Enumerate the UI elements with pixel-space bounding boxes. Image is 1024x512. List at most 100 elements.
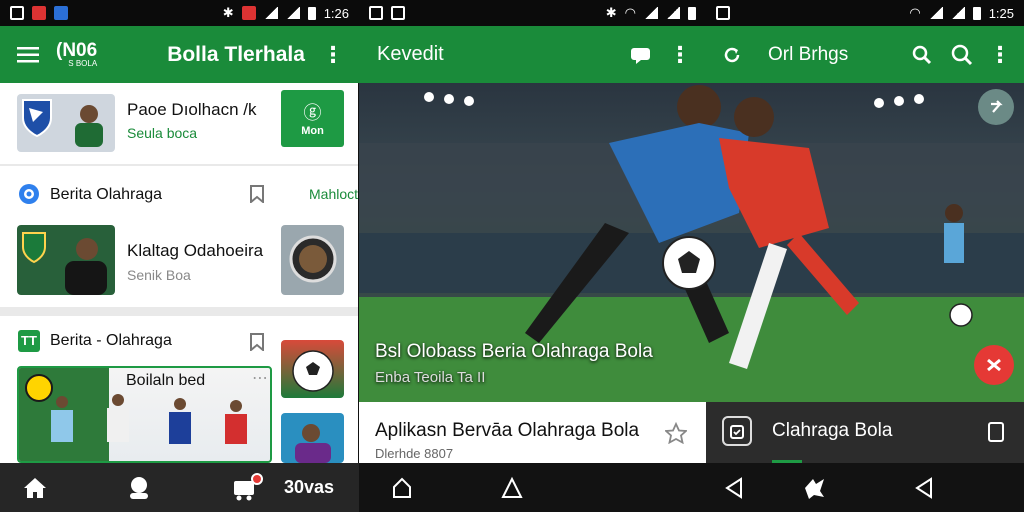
battery-icon	[688, 6, 696, 20]
notification-badge-icon	[251, 472, 263, 485]
more-options-button[interactable]: ⋮	[313, 33, 353, 77]
close-button[interactable]	[974, 345, 1014, 385]
player-image	[295, 424, 331, 463]
star-icon[interactable]	[665, 422, 687, 444]
app-icon: ⓖ	[303, 103, 322, 123]
back-icon[interactable]	[911, 475, 937, 501]
section-title: Berita Olahraga	[50, 186, 163, 203]
status-bar-left: ✱ 1:26	[0, 0, 359, 26]
hero-banner[interactable]: Bsl Olobass Beria Olahraga Bola Enba Teo…	[359, 83, 1024, 402]
hero-subtitle: Enba Teoila Ta II	[375, 369, 486, 386]
article-card[interactable]: Aplikasn Bervāa Olahraga Bola Dlerhde 88…	[359, 402, 706, 463]
open-news-button[interactable]: ⓖ Mon	[281, 90, 344, 147]
news-card[interactable]: Paoe Dıolhacn /k Seula boca ⓖ Mon	[0, 83, 358, 164]
ball-thumbnail[interactable]	[281, 340, 344, 398]
news-subtitle: Senik Boa	[127, 267, 191, 283]
article-subtitle: Dlerhde 8807	[375, 446, 454, 461]
signal-icon	[263, 7, 278, 19]
section-badge-icon: TT	[18, 330, 40, 352]
football-icon	[292, 350, 334, 392]
section-title: Berita - Olahraga	[50, 332, 172, 349]
appbar-panel-3: Orl Brhgs ⋮	[706, 26, 1024, 83]
news-section: TT Berita - Olahraga Boilaln bed ⋯	[0, 316, 358, 463]
bottom-nav-panel-1: 30vas	[0, 463, 359, 512]
battery-icon	[307, 6, 316, 20]
hero-title: Bsl Olobass Beria Olahraga Bola	[375, 341, 653, 362]
page-title: Kevedit	[377, 43, 444, 65]
app-notification-icon	[32, 6, 46, 20]
football-icon	[289, 235, 337, 283]
home-icon[interactable]	[22, 476, 48, 500]
battery-icon	[972, 6, 981, 20]
signal-icon	[644, 7, 658, 19]
article-title: Aplikasn Bervāa Olahraga Bola	[375, 420, 640, 441]
more-vert-icon: ⋮	[322, 41, 344, 67]
more-horiz-icon[interactable]: ⋯	[252, 368, 268, 388]
news-section: Berita Olahraga Mahloct Klaltag Odahoeir…	[0, 166, 358, 307]
wifi-icon: ◠	[624, 5, 636, 20]
news-title: Boilaln bed	[126, 372, 206, 389]
see-more-link[interactable]: Mahloct	[309, 186, 358, 202]
share-button[interactable]	[978, 89, 1014, 125]
news-subtitle: Seula boca	[127, 125, 198, 141]
page-title: Bolla Tlerhala	[167, 42, 305, 66]
app-logo: (N06 S BOLA	[56, 40, 98, 68]
system-nav-bar	[359, 463, 1024, 512]
team-thumbnail	[17, 94, 115, 152]
news-refresh-icon	[19, 184, 39, 204]
appbar-panel-1: (N06 S BOLA Bolla Tlerhala ⋮	[0, 26, 359, 83]
more-options-button[interactable]: ⋮	[662, 33, 698, 77]
status-time: 1:25	[988, 5, 1014, 21]
player-image	[22, 232, 107, 295]
search-icon	[951, 44, 973, 65]
chat-bubble-icon	[631, 47, 650, 64]
arrow-out-icon	[991, 100, 1003, 113]
signal-2-icon	[285, 7, 300, 19]
player-thumbnail	[17, 225, 115, 295]
menu-button[interactable]	[6, 33, 50, 77]
home-nav-icon[interactable]	[499, 475, 525, 501]
wifi-icon: ◠	[909, 5, 921, 20]
assistant-icon[interactable]	[801, 474, 829, 502]
signal-2-icon	[666, 7, 680, 19]
signal-icon	[928, 7, 943, 19]
media-card[interactable]: Clahraga Bola	[706, 402, 1024, 463]
search-icon	[912, 45, 932, 64]
bottom-nav-label[interactable]: 30vas	[284, 477, 334, 498]
back-icon[interactable]	[721, 475, 747, 501]
refresh-button[interactable]	[712, 33, 752, 77]
recent-apps-icon[interactable]	[389, 475, 415, 501]
bluetooth-icon: ✱	[222, 5, 234, 20]
page-title: Orl Brhgs	[768, 43, 849, 65]
news-title: Klaltag Odahoeira	[127, 241, 264, 260]
chat-button[interactable]	[622, 33, 662, 77]
signal-2-icon	[950, 7, 965, 19]
more-vert-icon: ⋮	[989, 41, 1011, 67]
player-thumbnail[interactable]	[281, 413, 344, 463]
copy-icon[interactable]	[987, 421, 1005, 443]
profile-icon[interactable]	[126, 475, 152, 501]
bluetooth-icon: ✱	[605, 5, 617, 20]
notifications-button[interactable]	[232, 472, 263, 501]
message-notification-icon	[54, 6, 68, 20]
hamburger-icon	[17, 46, 39, 62]
search-alt-button[interactable]	[942, 33, 982, 77]
notification-icon	[716, 6, 730, 20]
bookmark-icon[interactable]	[249, 333, 265, 351]
news-title: Paoe Dıolhacn /k	[127, 100, 257, 119]
gallery-notification-icon	[391, 6, 405, 20]
search-button[interactable]	[902, 33, 942, 77]
news-feed-panel: Paoe Dıolhacn /k Seula boca ⓖ Mon Berita…	[0, 83, 358, 463]
nfc-icon	[241, 6, 256, 20]
status-bar-middle: ✱ ◠	[359, 0, 706, 26]
more-options-button[interactable]: ⋮	[982, 33, 1018, 77]
refresh-icon	[724, 47, 740, 62]
appbar-panel-2: Kevedit ⋮	[359, 26, 706, 83]
ball-thumbnail[interactable]	[281, 225, 344, 295]
status-time: 1:26	[323, 5, 349, 21]
bookmark-icon[interactable]	[249, 185, 265, 203]
club-badge-icon	[22, 99, 103, 147]
more-vert-icon: ⋮	[669, 41, 691, 67]
card-title: Clahraga Bola	[772, 420, 893, 441]
close-icon	[987, 358, 1001, 372]
